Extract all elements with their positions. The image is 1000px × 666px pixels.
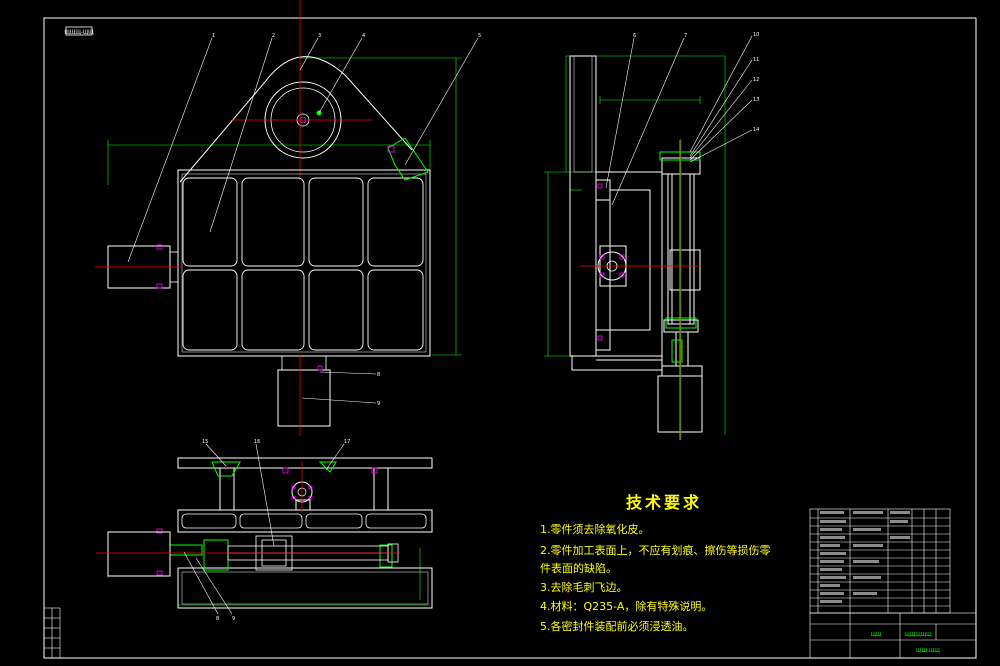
title-block: ЩЩ ЩЩЩЩЩ ЩЩ-ЩЩ xyxy=(809,508,977,659)
title-block-mid-label: ЩЩ xyxy=(871,632,882,638)
title-grid xyxy=(809,612,977,659)
side-leaders xyxy=(605,35,753,206)
balloon-9: 9 xyxy=(377,401,380,407)
title-block-drawing-number: ЩЩ-ЩЩ xyxy=(916,648,940,654)
balloon-17: 17 xyxy=(344,439,350,445)
bottom-bolts xyxy=(156,467,378,576)
balloon-5: 5 xyxy=(478,33,481,39)
bottom-view: 15 16 17 8 9 xyxy=(96,439,433,622)
balloon-3: 3 xyxy=(318,33,321,39)
parts-list-fill xyxy=(820,511,910,603)
balloon-8: 8 xyxy=(377,372,380,378)
balloon-7: 7 xyxy=(684,33,687,39)
requirements-title: 技术要求 xyxy=(626,493,702,512)
side-back-plate-inner xyxy=(573,55,593,173)
requirement-5: 5.各密封件装配前必须浸透油。 xyxy=(540,619,694,633)
arch-housing xyxy=(179,56,413,183)
bottom-leaders xyxy=(183,443,345,615)
balloon-13: 13 xyxy=(753,97,759,103)
bottom-motor-bolt xyxy=(317,365,323,371)
title-block-right-label: ЩЩЩЩЩ xyxy=(904,632,932,638)
mid-plate xyxy=(177,509,433,533)
bottom-motor-flange xyxy=(281,355,327,371)
front-balloons: 1 2 3 4 5 8 9 xyxy=(212,33,481,407)
green-brackets xyxy=(169,461,393,571)
balloon-14: 14 xyxy=(753,127,759,133)
balloon-2: 2 xyxy=(272,33,275,39)
side-view: 6 7 10 11 12 13 14 xyxy=(544,32,759,440)
side-balloons: 6 7 10 11 12 13 14 xyxy=(633,32,759,133)
balloon-12: 12 xyxy=(753,77,759,83)
requirement-4: 4.材料：Q235-A，除有特殊说明。 xyxy=(540,599,712,613)
balloon-10: 10 xyxy=(753,32,759,38)
balloon-6: 6 xyxy=(633,33,636,39)
base-plate-inner xyxy=(181,571,429,605)
technical-requirements: 技术要求 1.零件须去除氧化皮。 2.零件加工表面上，不应有划痕、擦伤等损伤零 … xyxy=(540,493,771,633)
requirement-2: 2.零件加工表面上，不应有划痕、擦伤等损伤零 xyxy=(540,543,771,557)
hub-bolts xyxy=(597,183,625,341)
requirement-3: 3.去除毛刺飞边。 xyxy=(540,580,628,594)
base-plate xyxy=(177,567,433,609)
margin-strip xyxy=(43,607,61,659)
front-dimensions xyxy=(107,57,462,356)
balloon-11: 11 xyxy=(753,57,759,63)
requirement-2-cont: 件表面的缺陷。 xyxy=(540,561,617,575)
balloon-15: 15 xyxy=(202,439,208,445)
balloon-b8: 8 xyxy=(216,616,219,622)
posts xyxy=(219,467,389,511)
balloon-16: 16 xyxy=(254,439,260,445)
side-dimensions xyxy=(544,55,726,435)
left-motor-bolt-b xyxy=(156,283,163,289)
balloon-1: 1 xyxy=(212,33,215,39)
top-plate xyxy=(177,457,433,469)
side-frame xyxy=(571,171,663,371)
requirement-1: 1.零件须去除氧化皮。 xyxy=(540,522,650,536)
balloon-4: 4 xyxy=(362,33,365,39)
top-left-tag: ЩЩЩ-ЩЩ xyxy=(64,30,94,36)
bottom-motor-left xyxy=(107,531,171,577)
mid-plate-cells xyxy=(181,513,427,529)
front-view: 1 2 3 4 5 8 9 xyxy=(95,0,481,436)
cam-piece xyxy=(387,137,429,181)
front-leaders xyxy=(127,37,479,404)
balloon-b9: 9 xyxy=(232,616,235,622)
cad-drawing-canvas: ЩЩЩ-ЩЩ 1 2 3 4 5 8 9 6 7 10 11 12 13 14 … xyxy=(43,0,977,659)
